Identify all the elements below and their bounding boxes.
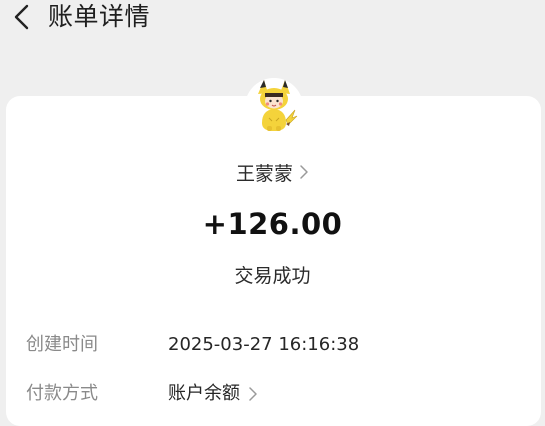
payee-avatar[interactable] (245, 78, 303, 136)
top-bar: 账单详情 (0, 0, 545, 42)
chevron-right-icon (299, 164, 309, 180)
created-time-label: 创建时间 (26, 334, 98, 355)
back-icon[interactable] (8, 2, 36, 32)
payee-link[interactable]: 王蒙蒙 (0, 157, 545, 187)
created-time-value: 2025-03-27 16:16:38 (168, 331, 359, 359)
transaction-status: 交易成功 (234, 265, 311, 287)
page-title: 账单详情 (48, 2, 151, 31)
payment-method-text: 账户余额 (168, 383, 240, 404)
payment-method-value[interactable]: 账户余额 (168, 380, 258, 408)
created-time-text: 2025-03-27 16:16:38 (168, 334, 360, 355)
chevron-right-icon (248, 386, 258, 402)
transaction-amount: +126.00 (202, 207, 343, 241)
pikachu-avatar-icon (245, 78, 303, 136)
payee-name: 王蒙蒙 (235, 162, 293, 185)
payment-method-label: 付款方式 (26, 383, 98, 404)
